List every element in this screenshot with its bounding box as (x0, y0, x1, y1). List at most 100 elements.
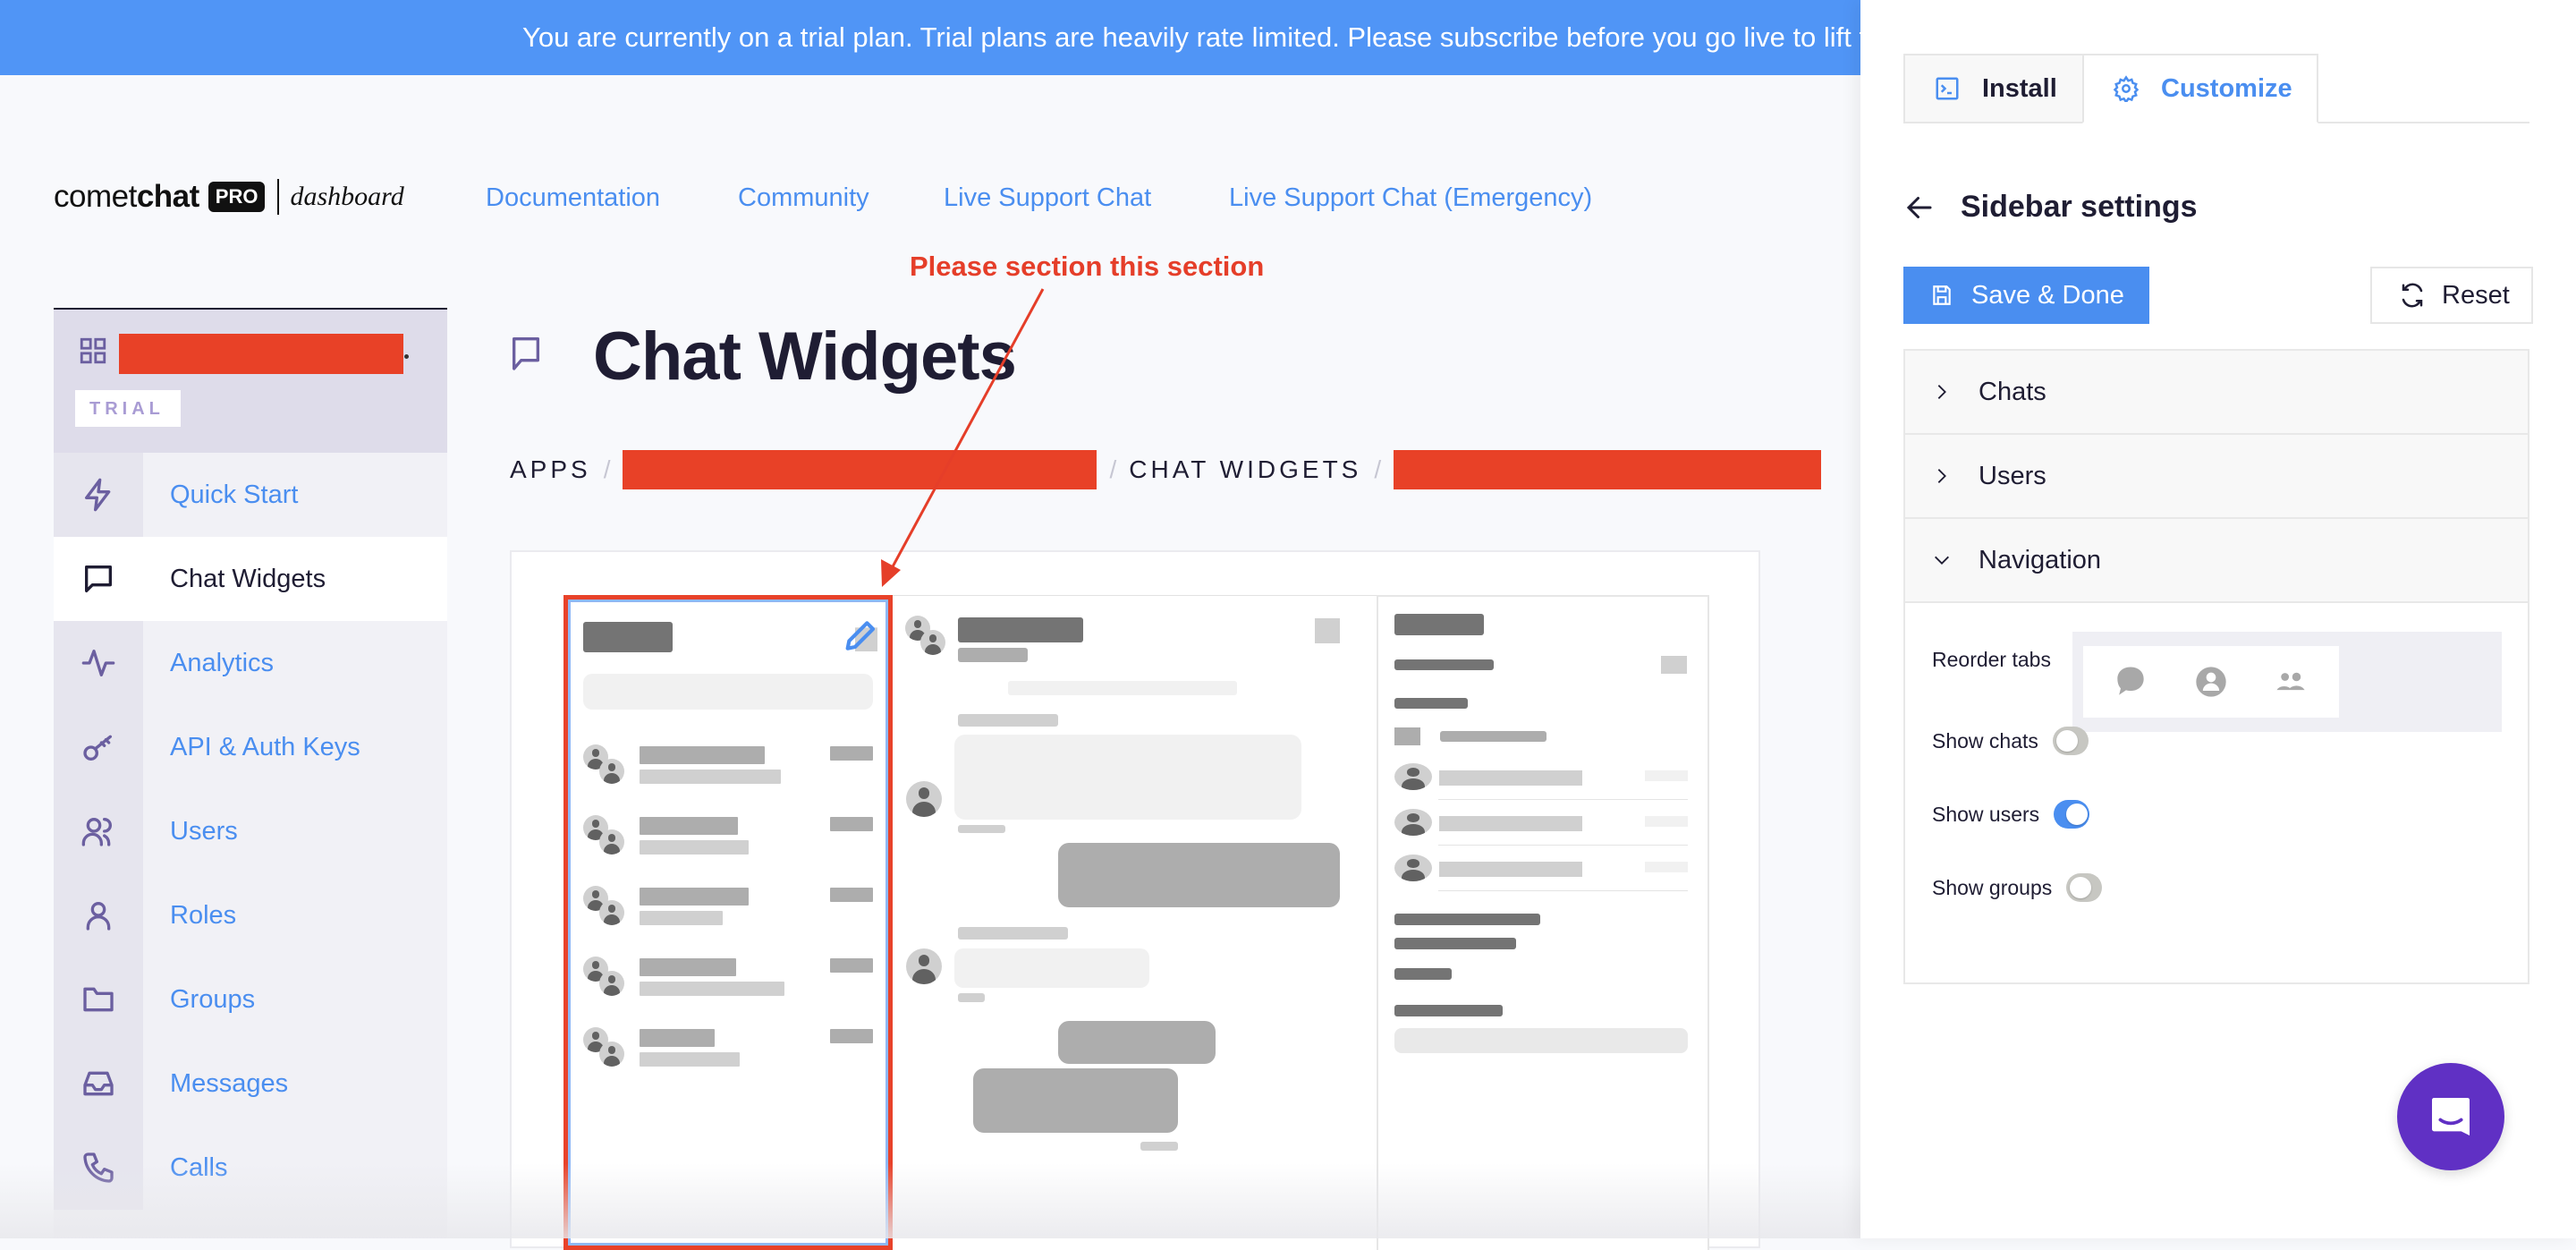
accordion-navigation[interactable]: Navigation (1905, 519, 2528, 603)
chat-bubble-icon (2117, 667, 2144, 695)
panel-title: Sidebar settings (1961, 190, 2198, 224)
sidebar-item-users[interactable]: Users (54, 789, 447, 873)
accordion-users[interactable]: Users (1905, 435, 2528, 519)
breadcrumb-app-redacted[interactable] (623, 450, 1097, 489)
sidebar-item-label: Quick Start (170, 480, 299, 509)
save-done-button[interactable]: Save & Done (1903, 267, 2149, 324)
sidebar-item-quick-start[interactable]: Quick Start (54, 453, 447, 537)
intercom-chat-icon (2432, 1098, 2470, 1135)
preview-details-heading (1394, 659, 1494, 670)
app-switcher[interactable]: TRIAL (54, 310, 447, 453)
chevron-right-icon (1937, 469, 1946, 483)
preview-details-segmented-control (1394, 1028, 1688, 1053)
sidebar: TRIAL Quick Start Chat Widgets Analytics… (54, 308, 447, 1238)
support-chat-launcher[interactable] (2397, 1063, 2504, 1170)
preview-chat-title (958, 617, 1083, 642)
reorder-tabs-list (2072, 632, 2502, 732)
sidebar-item-label: Groups (170, 984, 256, 1014)
breadcrumb-apps[interactable]: APPS (510, 455, 591, 484)
sidebar-item-label: Roles (170, 900, 237, 930)
show-users-toggle[interactable] (2054, 800, 2090, 829)
sidebar-item-label: Chat Widgets (170, 564, 326, 593)
accordion-label: Navigation (1979, 545, 2102, 574)
sidebar-item-label: Calls (170, 1152, 228, 1182)
back-arrow-icon[interactable] (1903, 191, 1936, 224)
logo-wordmark: cometchat (54, 179, 199, 214)
row-divider (1438, 845, 1688, 846)
show-groups-label: Show groups (1932, 875, 2053, 899)
settings-accordion: Chats Users Navigation Reorder tabs Show… (1903, 349, 2529, 984)
preview-sidebar-section[interactable] (564, 595, 893, 1250)
preview-conv-name (640, 1029, 715, 1047)
show-users-setting: Show users (1932, 800, 2090, 829)
breadcrumb-chat-widgets[interactable]: CHAT WIDGETS (1129, 455, 1361, 484)
sidebar-item-label: Messages (170, 1068, 289, 1098)
reorder-tab-groups[interactable] (2244, 646, 2339, 718)
member-avatar (1394, 855, 1432, 881)
nav-link-live-support-emergency[interactable]: Live Support Chat (Emergency) (1229, 183, 1592, 213)
breadcrumb-separator: / (603, 455, 611, 483)
preview-date-divider (1008, 681, 1237, 695)
nav-link-live-support-chat[interactable]: Live Support Chat (944, 183, 1151, 213)
accordion-chats[interactable]: Chats (1905, 351, 2528, 435)
edit-pencil-icon[interactable] (842, 616, 877, 651)
show-chats-toggle[interactable] (2052, 727, 2089, 755)
show-groups-toggle[interactable] (2066, 873, 2103, 902)
lightning-icon (85, 478, 111, 512)
preview-conv-time (830, 746, 873, 761)
refresh-icon (2402, 283, 2423, 308)
chat-bubble-icon (513, 337, 539, 370)
preview-conv-time (830, 817, 873, 831)
group-avatar (599, 971, 624, 996)
preview-conv-name (640, 746, 765, 764)
group-avatar (599, 759, 624, 784)
preview-details-text (1440, 731, 1546, 742)
users-icon (81, 818, 112, 846)
member-avatar (1394, 809, 1432, 836)
navigation-settings: Reorder tabs Show chats Show users Show … (1905, 603, 2528, 982)
sidebar-item-groups[interactable]: Groups (54, 957, 447, 1042)
reset-button[interactable]: Reset (2370, 267, 2533, 324)
tab-install[interactable]: Install (1903, 54, 2084, 123)
tab-customize[interactable]: Customize (2082, 54, 2318, 123)
show-users-label: Show users (1932, 802, 2040, 826)
nav-link-documentation[interactable]: Documentation (486, 183, 660, 213)
logo-divider (277, 179, 280, 215)
preview-details-heading (1394, 698, 1468, 709)
folder-icon (83, 987, 114, 1012)
show-chats-label: Show chats (1932, 728, 2038, 753)
sidebar-item-analytics[interactable]: Analytics (54, 621, 447, 705)
breadcrumb-separator: / (1374, 455, 1382, 483)
preview-conv-snippet (640, 1052, 740, 1067)
preview-chat-status (958, 648, 1028, 662)
preview-conv-time (830, 1029, 873, 1043)
cometchat-logo[interactable]: cometchat PRO dashboard (54, 177, 404, 217)
preview-details-line (1394, 968, 1452, 980)
app-name-redacted (119, 334, 403, 374)
sidebar-item-label: Users (170, 816, 238, 846)
group-avatar (599, 900, 624, 925)
nav-link-community[interactable]: Community (738, 183, 869, 213)
preview-details-checkbox (1394, 727, 1420, 745)
sidebar-item-label: API & Auth Keys (170, 732, 360, 761)
reorder-tabs-label: Reorder tabs (1932, 648, 2051, 671)
sidebar-item-api-auth-keys[interactable]: API & Auth Keys (54, 705, 447, 789)
accordion-label: Chats (1979, 377, 2046, 406)
preview-messages-section (893, 595, 1377, 1250)
preview-timestamp (958, 993, 985, 1002)
breadcrumb-widget-redacted (1394, 450, 1822, 489)
preview-conv-time (830, 888, 873, 902)
save-icon (1933, 285, 1951, 305)
page-title: Chat Widgets (593, 319, 1017, 395)
sidebar-item-chat-widgets[interactable]: Chat Widgets (54, 537, 447, 621)
preview-outgoing-bubble (1058, 1021, 1216, 1064)
breadcrumb: APPS / / CHAT WIDGETS / (510, 450, 1822, 489)
grid-icon (80, 337, 106, 364)
chevron-down-icon (1935, 556, 1949, 565)
sidebar-item-messages[interactable]: Messages (54, 1042, 447, 1126)
sidebar-item-roles[interactable]: Roles (54, 873, 447, 957)
preview-member-name (1439, 770, 1582, 786)
preview-sidebar-title (583, 622, 673, 652)
customize-panel: Install Customize Sidebar settings Save … (1860, 0, 2576, 1238)
sidebar-item-calls[interactable]: Calls (54, 1126, 447, 1210)
